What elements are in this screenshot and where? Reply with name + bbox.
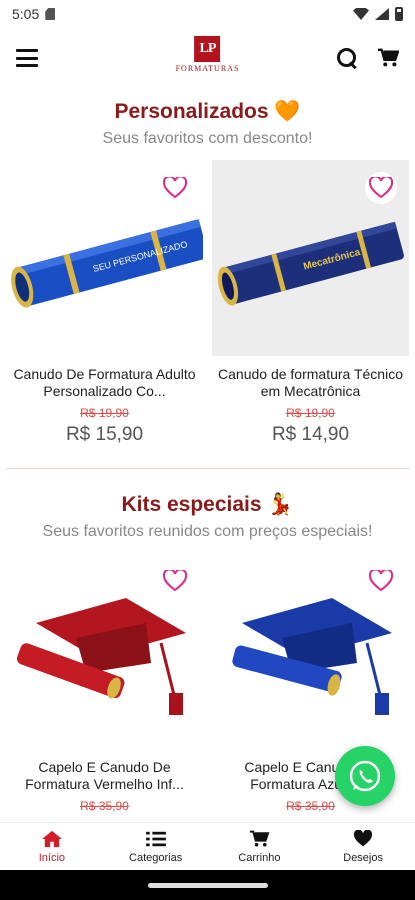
old-price: R$ 19,90: [286, 406, 335, 420]
product-image-blue-cap-and-tube[interactable]: [212, 553, 409, 749]
cart-icon[interactable]: [377, 48, 399, 68]
product-card[interactable]: Capelo E Canudo De Formatura Vermelho In…: [6, 553, 203, 813]
wifi-icon: [353, 8, 369, 20]
nav-item-carrinho[interactable]: Carrinho: [208, 823, 312, 870]
heart-icon: [352, 829, 374, 848]
section-title: Kits especiais 💃: [121, 493, 294, 516]
nav-item-inicio[interactable]: Início: [0, 823, 104, 870]
section-personalizados: Personalizados 🧡 Seus favoritos com desc…: [0, 100, 415, 446]
product-name[interactable]: Capelo E Canudo De Formatura Vermelho In…: [6, 759, 203, 793]
logo-mark: LP: [194, 36, 221, 62]
logo[interactable]: LP FORMATURAS: [176, 36, 240, 73]
nav-item-desejos[interactable]: Desejos: [311, 823, 415, 870]
nav-label: Categorias: [129, 851, 183, 864]
product-card[interactable]: SEU PERSONALIZADO Canudo De Formatura Ad…: [6, 160, 203, 446]
whatsapp-icon: [349, 760, 381, 792]
new-price: R$ 14,90: [271, 424, 350, 445]
section-divider: [6, 468, 409, 469]
section-subtitle: Seus favoritos com desconto!: [102, 130, 313, 147]
system-navigation-bar: [0, 870, 415, 900]
nav-label: Início: [38, 851, 66, 864]
home-icon: [41, 830, 63, 848]
product-name[interactable]: Canudo De Formatura Adulto Personalizado…: [6, 366, 203, 400]
app-header: LP FORMATURAS: [0, 28, 415, 88]
product-card[interactable]: Mecatrônica Canudo de formatura Técnico …: [212, 160, 409, 446]
favorite-heart-icon[interactable]: [365, 565, 397, 597]
section-subtitle: Seus favoritos reunidos com preços espec…: [42, 523, 373, 540]
signal-icon: [375, 8, 389, 20]
nav-label: Carrinho: [238, 851, 281, 864]
logo-text: FORMATURAS: [175, 64, 240, 73]
status-time: 5:05: [12, 6, 40, 22]
cart-icon: [248, 830, 270, 848]
bottom-nav: Início Categorias Carrinho Desejos: [0, 822, 415, 870]
battery-icon: [395, 7, 403, 21]
search-icon[interactable]: [337, 48, 357, 68]
favorite-heart-icon[interactable]: [159, 565, 191, 597]
favorite-heart-icon[interactable]: [159, 172, 191, 204]
sd-card-icon: [45, 8, 56, 20]
favorite-heart-icon[interactable]: [365, 172, 397, 204]
whatsapp-button[interactable]: [335, 746, 395, 806]
menu-icon[interactable]: [16, 49, 38, 67]
old-price: R$ 19,90: [80, 406, 129, 420]
nav-item-categorias[interactable]: Categorias: [104, 823, 208, 870]
gesture-handle[interactable]: [147, 882, 268, 888]
product-image-blue-diploma-tube[interactable]: SEU PERSONALIZADO: [6, 160, 203, 356]
main-content: Personalizados 🧡 Seus favoritos com desc…: [0, 88, 415, 813]
section-title: Personalizados 🧡: [114, 100, 301, 123]
product-image-red-cap-and-tube[interactable]: [6, 553, 203, 749]
new-price: R$ 15,90: [65, 424, 144, 445]
product-name[interactable]: Canudo de formatura Técnico em Mecatrôni…: [212, 366, 409, 400]
list-icon: [145, 830, 167, 848]
nav-label: Desejos: [343, 851, 383, 864]
status-bar: 5:05: [0, 0, 415, 28]
old-price: R$ 35,90: [80, 799, 129, 813]
product-image-navy-diploma-tube[interactable]: Mecatrônica: [212, 160, 409, 356]
